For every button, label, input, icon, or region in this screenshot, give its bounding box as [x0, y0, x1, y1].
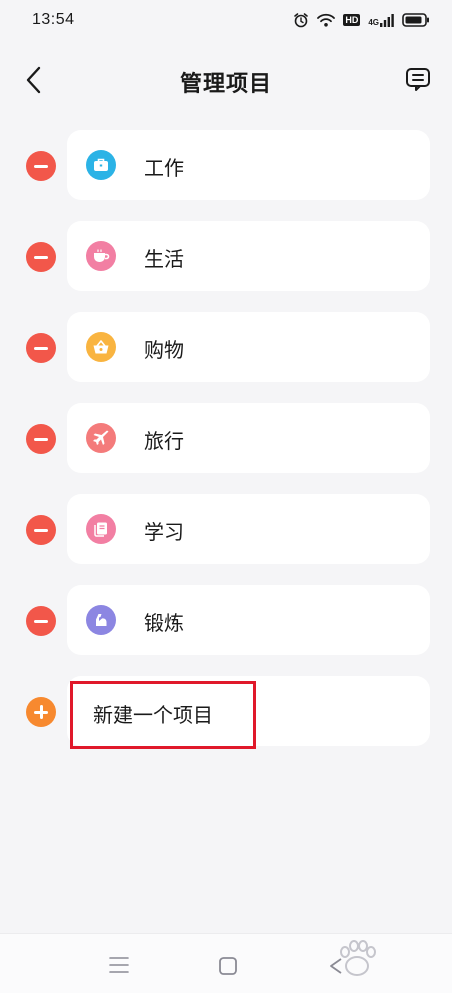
- battery-icon: [402, 13, 429, 27]
- basket-icon: [86, 332, 116, 362]
- feedback-icon: [406, 68, 430, 91]
- cup-icon: [86, 241, 116, 271]
- project-label: 锻炼: [144, 611, 184, 635]
- status-bar: 13:54 HD 4G: [0, 0, 452, 40]
- alarm-icon: [294, 13, 309, 28]
- project-label: 生活: [144, 247, 184, 271]
- remove-button[interactable]: [26, 151, 56, 181]
- project-label: 旅行: [144, 429, 184, 453]
- airplane-icon: [86, 423, 116, 453]
- project-row-study: 学习: [0, 494, 452, 585]
- status-time: 13:54: [32, 11, 75, 28]
- new-project-row: 新建一个项目: [0, 676, 452, 767]
- status-icons: HD 4G: [293, 12, 430, 28]
- project-card-travel[interactable]: 旅行: [67, 403, 430, 473]
- hd-badge: HD: [343, 14, 361, 26]
- muscle-icon: [86, 605, 116, 635]
- project-card-work[interactable]: 工作: [67, 130, 430, 200]
- project-row-shopping: 购物: [0, 312, 452, 403]
- remove-button[interactable]: [26, 515, 56, 545]
- project-label: 学习: [144, 520, 184, 544]
- project-card-shopping[interactable]: 购物: [67, 312, 430, 382]
- project-card-life[interactable]: 生活: [67, 221, 430, 291]
- menu-icon: [109, 957, 129, 973]
- remove-button[interactable]: [26, 242, 56, 272]
- navigation-bar: [0, 933, 452, 993]
- remove-button[interactable]: [26, 333, 56, 363]
- header: 管理项目: [0, 48, 452, 112]
- briefcase-icon: [86, 150, 116, 180]
- add-project-button[interactable]: [26, 697, 56, 727]
- remove-button[interactable]: [26, 606, 56, 636]
- book-icon: [86, 514, 116, 544]
- watermark: [332, 938, 382, 978]
- project-row-life: 生活: [0, 221, 452, 312]
- remove-button[interactable]: [26, 424, 56, 454]
- project-card-exercise[interactable]: 锻炼: [67, 585, 430, 655]
- menu-button[interactable]: [108, 956, 130, 978]
- new-project-label: 新建一个项目: [93, 703, 213, 727]
- project-list: 工作 生活 购物 旅行 学习 锻炼 新建一个项目: [0, 130, 452, 767]
- project-row-exercise: 锻炼: [0, 585, 452, 676]
- wifi-icon: [317, 13, 336, 27]
- home-icon: [219, 957, 237, 975]
- project-label: 工作: [144, 156, 184, 180]
- new-project-card[interactable]: 新建一个项目: [67, 676, 430, 746]
- network-label: 4G: [368, 17, 379, 27]
- page-title: 管理项目: [179, 72, 272, 97]
- project-label: 购物: [144, 338, 184, 362]
- project-card-study[interactable]: 学习: [67, 494, 430, 564]
- project-row-work: 工作: [0, 130, 452, 221]
- signal-4g-icon: 4G: [368, 13, 394, 27]
- home-button[interactable]: [218, 956, 238, 980]
- project-row-travel: 旅行: [0, 403, 452, 494]
- paw-logo-icon: [340, 940, 376, 976]
- feedback-button[interactable]: [404, 66, 432, 94]
